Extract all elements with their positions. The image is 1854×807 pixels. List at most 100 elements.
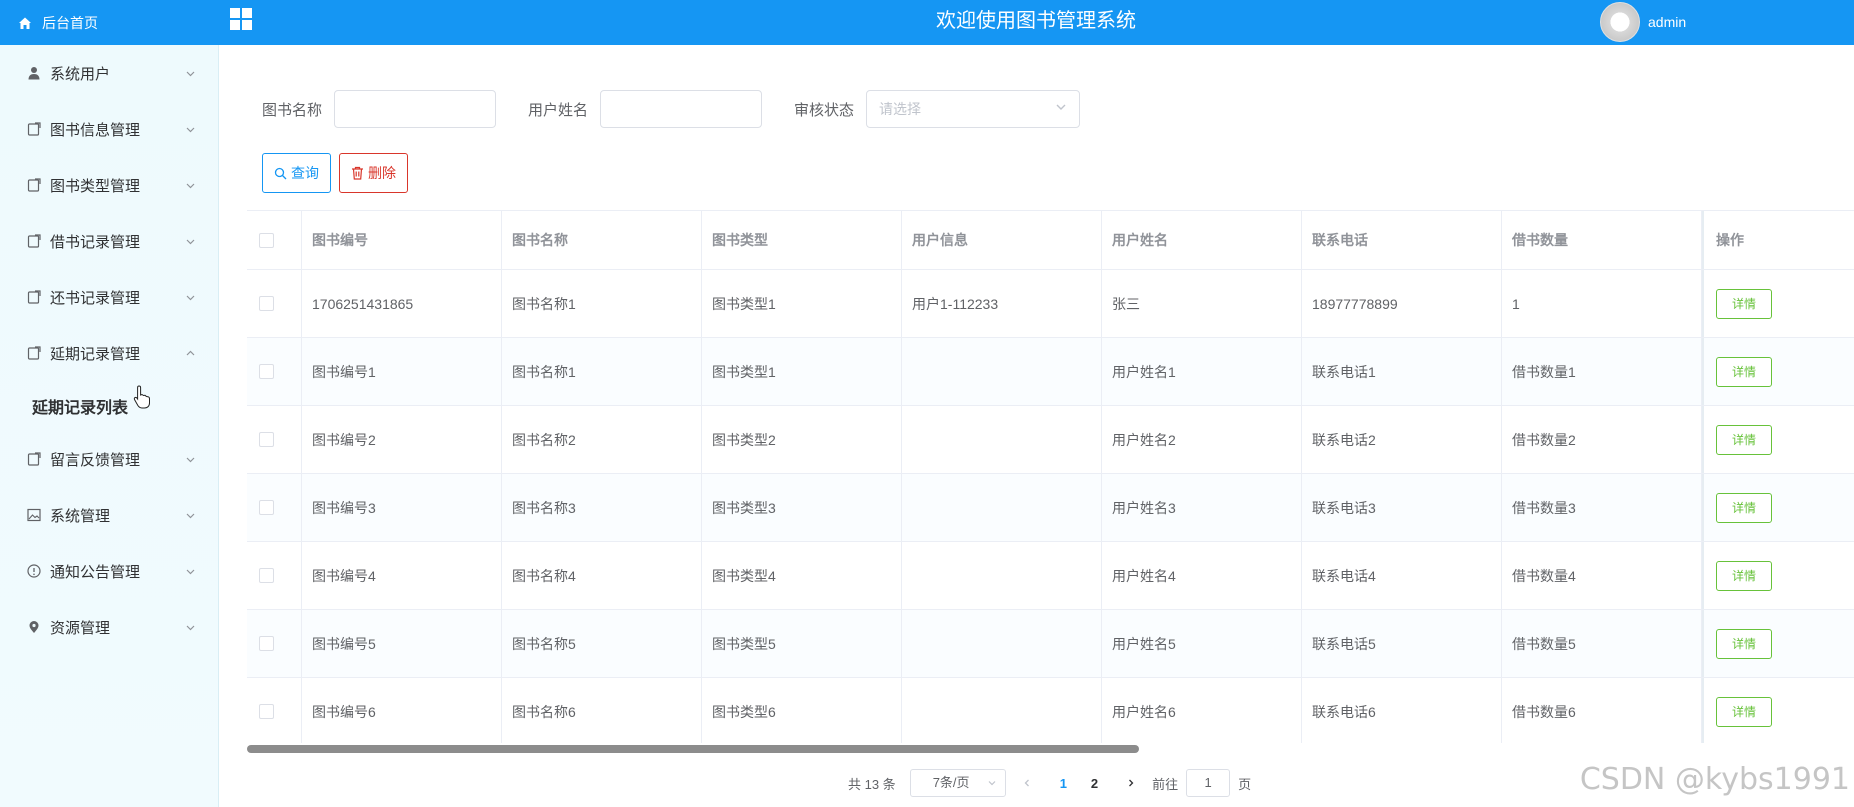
table-cell: 1706251431865 [302, 270, 502, 337]
chevron-right-icon [1129, 779, 1134, 786]
sidebar-home[interactable]: 后台首页 [0, 0, 218, 45]
query-button[interactable]: 查询 [262, 153, 331, 193]
user-name-input[interactable] [600, 90, 763, 128]
horizontal-scrollbar[interactable] [247, 745, 1854, 753]
sidebar-item-label: 通知公告管理 [50, 563, 141, 581]
column-header: 图书编号 [302, 211, 502, 269]
sidebar-item-label: 延期记录管理 [50, 345, 141, 363]
document-icon [26, 233, 42, 249]
table-cell: 图书编号4 [302, 542, 502, 609]
page-size-select[interactable]: 7条/页 [909, 769, 1006, 797]
chevron-down-icon [185, 66, 196, 83]
detail-button[interactable]: 详情 [1716, 696, 1772, 727]
table-cell: 借书数量3 [1502, 474, 1702, 541]
row-checkbox[interactable] [259, 364, 274, 379]
pagination: 共 13 条 7条/页 1 2 前往 1 页 [848, 769, 1251, 797]
select-all-cell [247, 211, 302, 269]
sidebar: 后台首页 系统用户 图书信息管理图书类型管理借书记录管理还书记录管理 延期记录管理延… [0, 0, 219, 807]
chevron-up-icon [185, 346, 196, 363]
watermark: CSDN @kybs1991 [1579, 762, 1850, 797]
prev-page-button[interactable] [1022, 776, 1032, 791]
next-page-button[interactable] [1126, 776, 1136, 791]
row-checkbox[interactable] [259, 296, 274, 311]
chevron-down-icon [185, 122, 196, 139]
table-cell: 图书类型1 [702, 270, 902, 337]
sidebar-item[interactable]: 借书记录管理 [0, 213, 218, 269]
table-cell: 图书名称3 [502, 474, 702, 541]
sidebar-item[interactable]: 留言反馈管理 [0, 431, 218, 487]
status-select[interactable]: 请选择 [866, 90, 1081, 128]
table-cell: 图书编号1 [302, 338, 502, 405]
table-cell [902, 542, 1102, 609]
table-row: 图书编号1 图书名称1 图书类型1 用户姓名1 联系电话1 借书数量1 详情 [247, 338, 1854, 406]
sidebar-item-label: 图书类型管理 [50, 177, 141, 195]
sidebar-item[interactable]: 图书信息管理 [0, 101, 218, 157]
detail-button[interactable]: 详情 [1716, 492, 1772, 523]
chevron-down-icon [1056, 104, 1066, 110]
table-cell [902, 338, 1102, 405]
main-content: 图书名称 用户姓名 审核状态 请选择 查询 删除 图书编号 图书名称 图书类型 用户信… [218, 45, 1854, 807]
search-icon [274, 167, 287, 179]
sidebar-item[interactable]: 还书记录管理 [0, 269, 218, 325]
detail-button[interactable]: 详情 [1716, 628, 1772, 659]
picture-icon [26, 507, 42, 523]
table-row: 图书编号3 图书名称3 图书类型3 用户姓名3 联系电话3 借书数量3 详情 [247, 474, 1854, 542]
sidebar-item[interactable]: 图书类型管理 [0, 157, 218, 213]
sidebar-menu: 系统用户 图书信息管理图书类型管理借书记录管理还书记录管理 延期记录管理延期记录列表… [0, 45, 218, 655]
row-checkbox[interactable] [259, 568, 274, 583]
table-cell: 借书数量5 [1502, 610, 1702, 677]
table-cell: 图书类型3 [702, 474, 902, 541]
avatar[interactable] [1600, 2, 1640, 42]
scrollbar-thumb[interactable] [247, 745, 1139, 753]
delete-label: 删除 [368, 165, 396, 181]
column-header: 图书名称 [502, 211, 702, 269]
select-all-checkbox[interactable] [259, 232, 274, 248]
row-checkbox[interactable] [259, 500, 274, 515]
page-number[interactable]: 2 [1091, 776, 1098, 791]
table-cell: 图书名称2 [502, 406, 702, 473]
submenu-item-active[interactable]: 延期记录列表 [0, 381, 218, 431]
goto-page-input[interactable]: 1 [1186, 769, 1231, 797]
column-header: 用户信息 [902, 211, 1102, 269]
top-header: 欢迎使用图书管理系统 admin [218, 0, 1854, 45]
column-header: 操作 [1702, 211, 1854, 269]
operation-cell: 详情 [1702, 542, 1854, 609]
chevron-down-icon [988, 781, 996, 786]
sidebar-item[interactable]: 系统管理 [0, 487, 218, 543]
detail-button[interactable]: 详情 [1716, 288, 1772, 319]
table-cell: 借书数量4 [1502, 542, 1702, 609]
detail-button[interactable]: 详情 [1716, 560, 1772, 591]
sidebar-item[interactable]: 通知公告管理 [0, 543, 218, 599]
chevron-down-icon [185, 290, 196, 307]
row-checkbox[interactable] [259, 636, 274, 651]
detail-button[interactable]: 详情 [1716, 424, 1772, 455]
detail-button[interactable]: 详情 [1716, 356, 1772, 387]
page-number[interactable]: 1 [1060, 776, 1067, 791]
sidebar-item[interactable]: 系统用户 [0, 45, 218, 101]
sidebar-item-label: 系统管理 [50, 507, 111, 525]
column-header: 图书类型 [702, 211, 902, 269]
table-cell: 图书名称6 [502, 678, 702, 743]
user-icon [26, 65, 42, 81]
table-cell [902, 610, 1102, 677]
operation-cell: 详情 [1702, 270, 1854, 337]
row-checkbox[interactable] [259, 432, 274, 447]
table-cell: 图书类型6 [702, 678, 902, 743]
mouse-pointer-icon [133, 385, 150, 409]
sidebar-item-label: 还书记录管理 [50, 289, 141, 307]
user-name[interactable]: admin [1648, 14, 1686, 30]
table-cell: 联系电话3 [1302, 474, 1502, 541]
table-cell: 联系电话5 [1302, 610, 1502, 677]
book-name-input[interactable] [334, 90, 497, 128]
sidebar-item[interactable]: 延期记录管理 [0, 325, 218, 381]
chevron-down-icon [185, 508, 196, 525]
delete-button[interactable]: 删除 [339, 153, 408, 193]
user-menu[interactable]: admin [1600, 2, 1686, 42]
sidebar-item[interactable]: 资源管理 [0, 599, 218, 655]
table-cell: 联系电话2 [1302, 406, 1502, 473]
table-cell: 1 [1502, 270, 1702, 337]
table-cell: 借书数量1 [1502, 338, 1702, 405]
row-checkbox[interactable] [259, 704, 274, 719]
action-buttons: 查询 删除 [262, 153, 416, 193]
info-icon [26, 563, 42, 579]
